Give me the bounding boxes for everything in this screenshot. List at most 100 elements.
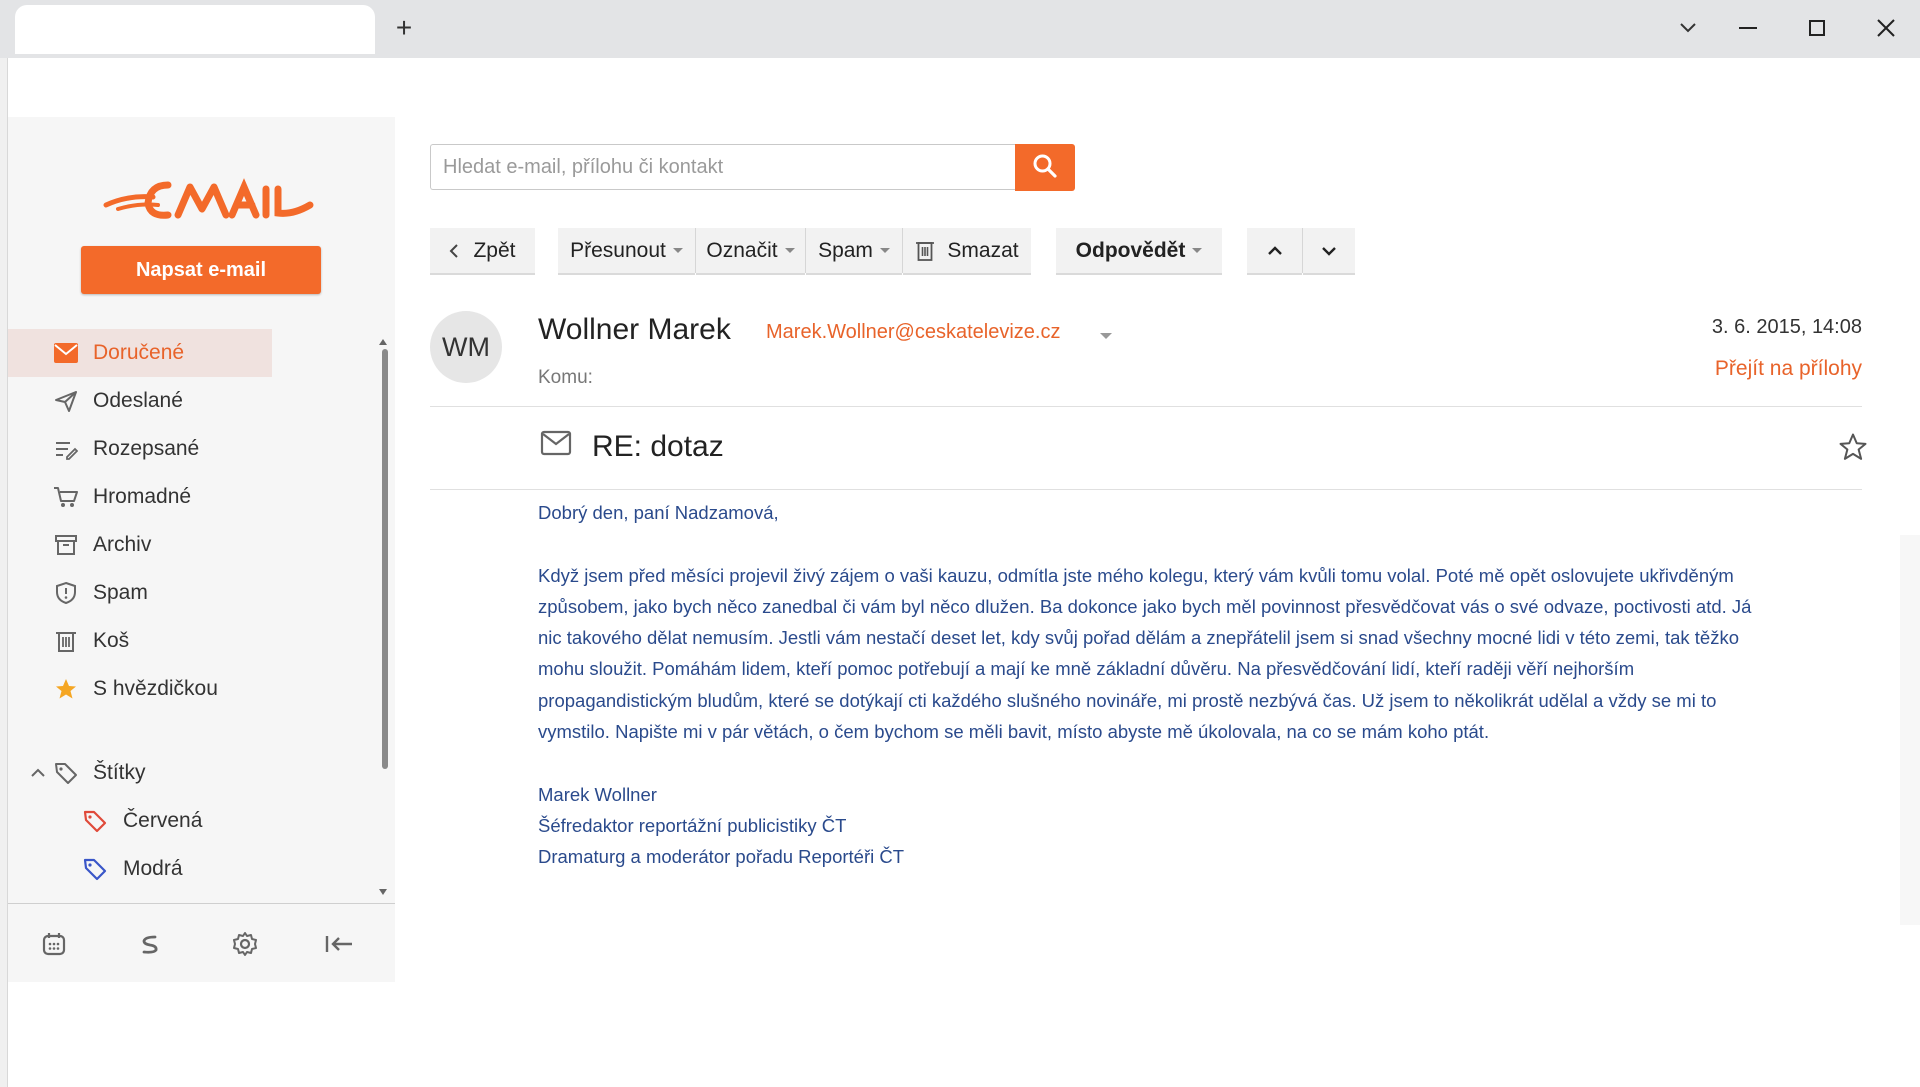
folder-label: Archiv xyxy=(93,533,152,556)
body-line: Když jsem před měsíci projevil živý záje… xyxy=(538,564,1734,586)
divider xyxy=(430,489,1862,490)
sidebar: Napsat e-mail Doručené Odeslané Rozepsan… xyxy=(8,117,395,982)
window-edge xyxy=(0,58,8,1087)
cart-icon xyxy=(53,484,79,510)
spam-label: Spam xyxy=(818,238,873,262)
trash-icon xyxy=(53,628,79,654)
seznam-icon[interactable] xyxy=(132,926,168,962)
tag-blue-icon xyxy=(82,856,108,882)
chevron-down-icon xyxy=(879,248,890,253)
minimize-icon[interactable] xyxy=(1724,10,1772,46)
chevron-down-icon[interactable] xyxy=(1100,333,1112,339)
search-button[interactable] xyxy=(1015,144,1075,191)
maximize-icon[interactable] xyxy=(1793,10,1841,46)
chevron-down-icon xyxy=(672,248,683,253)
sidebar-footer xyxy=(8,903,395,982)
label-blue[interactable]: Modrá xyxy=(8,845,355,893)
chevron-up-icon xyxy=(1267,245,1283,256)
chevron-down-icon xyxy=(1192,248,1203,253)
delete-button[interactable]: Smazat xyxy=(903,228,1031,275)
body-line: propagandistickým bludům, které se dotýk… xyxy=(538,689,1717,711)
folder-starred[interactable]: S hvězdičkou xyxy=(8,665,355,713)
calendar-icon[interactable] xyxy=(36,926,72,962)
folder-inbox[interactable]: Doručené xyxy=(8,329,272,377)
compose-button[interactable]: Napsat e-mail xyxy=(81,246,321,294)
send-icon xyxy=(53,388,79,414)
mark-label: Označit xyxy=(706,238,778,262)
drafts-icon xyxy=(53,436,79,462)
message-date: 3. 6. 2015, 14:08 xyxy=(1711,316,1862,338)
body-line: vymstilo. Napište mi v pár větách, o čem… xyxy=(538,721,1490,743)
folder-label: Odeslané xyxy=(93,389,183,412)
gear-icon[interactable] xyxy=(227,926,263,962)
tab-search-icon[interactable] xyxy=(1664,10,1712,46)
body-line: mohu sloužit. Pomáhám lidem, kteří pomoc… xyxy=(538,658,1635,680)
spam-button[interactable]: Spam xyxy=(806,228,902,275)
divider xyxy=(430,406,1862,407)
next-message-button[interactable] xyxy=(1303,228,1355,275)
folder-sent[interactable]: Odeslané xyxy=(8,377,355,425)
chevron-left-icon xyxy=(449,243,459,259)
inbox-icon xyxy=(53,340,79,366)
tag-red-icon xyxy=(82,808,108,834)
folder-bulk[interactable]: Hromadné xyxy=(8,473,355,521)
shield-icon xyxy=(53,580,79,606)
folder-drafts[interactable]: Rozepsané xyxy=(8,425,355,473)
signature-line: Šéfredaktor reportážní publicistiky ČT xyxy=(538,814,847,836)
browser-tab[interactable] xyxy=(15,5,375,54)
move-label: Přesunout xyxy=(570,238,666,262)
labels-section[interactable]: Štítky xyxy=(8,749,355,797)
envelope-icon xyxy=(540,430,572,458)
label-name: Červená xyxy=(123,809,203,832)
collapse-sidebar-icon[interactable] xyxy=(321,926,357,962)
signature-line: Marek Wollner xyxy=(538,783,657,805)
sidebar-scroll-thumb[interactable] xyxy=(382,349,388,769)
message-subject: RE: dotaz xyxy=(592,430,724,463)
sender-name: Wollner Marek xyxy=(538,313,731,346)
sender-email[interactable]: Marek.Wollner@ceskatelevize.cz xyxy=(766,321,1060,344)
mark-button[interactable]: Označit xyxy=(696,228,805,275)
star-outline-icon[interactable] xyxy=(1838,432,1868,462)
side-panel-edge xyxy=(1900,535,1920,925)
avatar: WM xyxy=(430,311,502,383)
folder-archive[interactable]: Archiv xyxy=(8,521,355,569)
star-icon xyxy=(53,676,79,702)
chevron-down-icon xyxy=(784,248,795,253)
email-logo[interactable] xyxy=(98,165,318,225)
body-line: nic takového dělat nemusím. Jestli vám n… xyxy=(538,627,1740,649)
search-icon xyxy=(1032,153,1058,182)
archive-icon xyxy=(53,532,79,558)
folder-label: Spam xyxy=(93,581,148,604)
folder-label: Koš xyxy=(93,629,130,652)
message-body: Dobrý den, paní Nadzamová, Když jsem pře… xyxy=(538,497,1858,873)
delete-label: Smazat xyxy=(947,238,1019,262)
to-label: Komu: xyxy=(538,367,593,388)
label-red[interactable]: Červená xyxy=(8,797,355,845)
folder-label: Doručené xyxy=(93,341,185,364)
new-tab-button[interactable]: + xyxy=(386,10,422,46)
chevron-down-icon xyxy=(1321,246,1337,256)
attachments-link[interactable]: Přejít na přílohy xyxy=(1715,357,1862,381)
folder-label: Hromadné xyxy=(93,485,192,508)
reply-button[interactable]: Odpovědět xyxy=(1056,228,1222,275)
move-button[interactable]: Přesunout xyxy=(558,228,695,275)
tag-icon xyxy=(53,760,79,786)
browser-tab-bar: + xyxy=(0,0,1920,58)
back-button[interactable]: Zpět xyxy=(430,228,535,275)
reply-label: Odpovědět xyxy=(1075,238,1186,262)
back-label: Zpět xyxy=(473,238,516,262)
signature-line: Dramaturg a moderátor pořadu Reportéři Č… xyxy=(538,846,905,868)
folder-spam[interactable]: Spam xyxy=(8,569,355,617)
close-icon[interactable] xyxy=(1862,10,1910,46)
chevron-up-icon[interactable] xyxy=(25,760,51,786)
search-input[interactable] xyxy=(430,144,1017,190)
greeting: Dobrý den, paní Nadzamová, xyxy=(538,502,779,523)
folder-label: Rozepsané xyxy=(93,437,200,460)
labels-title: Štítky xyxy=(93,761,146,784)
body-line: způsobem, jako bych něco zanedbal či vám… xyxy=(538,595,1752,617)
previous-message-button[interactable] xyxy=(1247,228,1302,275)
label-name: Modrá xyxy=(123,857,183,880)
folder-label: S hvězdičkou xyxy=(93,677,218,700)
trash-icon xyxy=(915,240,935,262)
folder-trash[interactable]: Koš xyxy=(8,617,355,665)
